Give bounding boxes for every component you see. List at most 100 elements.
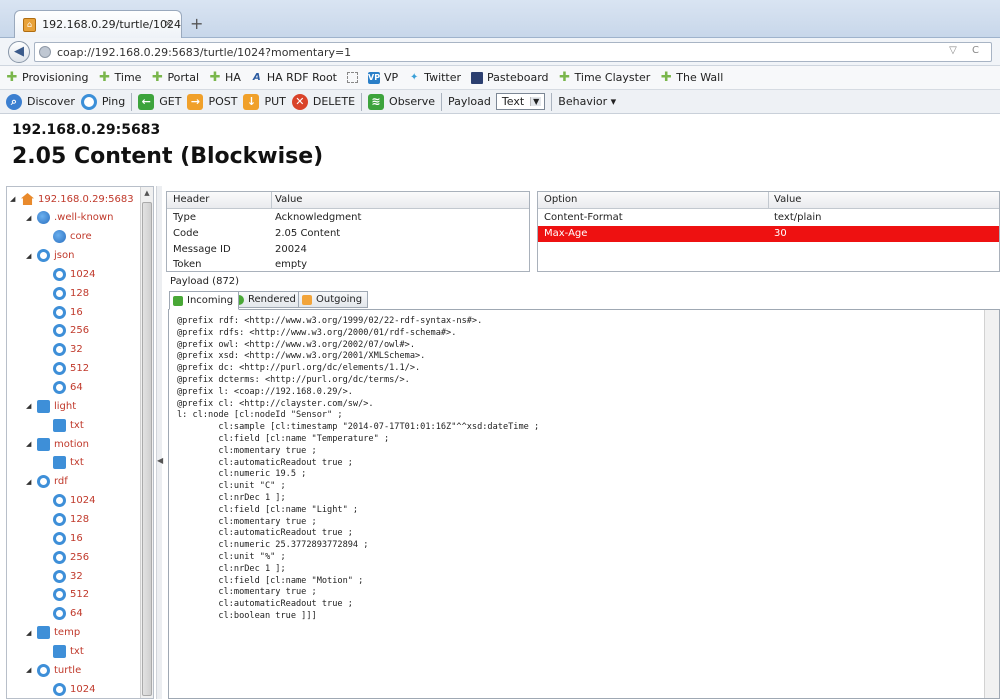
tree-node[interactable]: ◢ json bbox=[26, 247, 74, 265]
post-button[interactable]: → POST bbox=[187, 93, 237, 110]
behavior-menu[interactable]: Behavior ▾ bbox=[558, 95, 616, 108]
host-address: 192.168.0.29:5683 bbox=[12, 122, 161, 138]
discover-button[interactable]: ⌕ Discover bbox=[6, 93, 75, 110]
bookmark-item[interactable]: A HA RDF Root bbox=[251, 71, 337, 84]
tree-node[interactable]: 32 bbox=[42, 567, 83, 585]
expand-toggle-icon[interactable]: ◢ bbox=[26, 402, 33, 410]
tree-node[interactable]: 1024 bbox=[42, 680, 95, 698]
resource-icon bbox=[53, 267, 66, 281]
bookmark-item[interactable]: ✦ Twitter bbox=[408, 71, 461, 84]
tree-node[interactable]: 128 bbox=[42, 284, 89, 302]
bookmark-item[interactable]: ✚ Time Clayster bbox=[559, 71, 650, 85]
toolbar-divider bbox=[551, 92, 553, 111]
table-row[interactable]: Token empty bbox=[167, 257, 529, 273]
bookmark-label: Twitter bbox=[424, 71, 462, 84]
arrow-down-icon: ↓ bbox=[243, 93, 260, 110]
tree-node[interactable]: 16 bbox=[42, 303, 83, 321]
expand-toggle-icon[interactable]: ◢ bbox=[26, 252, 33, 260]
tree-node[interactable]: ◢ turtle bbox=[26, 661, 81, 679]
column-divider[interactable] bbox=[768, 192, 769, 209]
tree-node[interactable]: txt bbox=[42, 454, 84, 472]
header-value: Acknowledgment bbox=[275, 212, 362, 223]
resource-icon bbox=[53, 343, 66, 357]
tree-node[interactable]: ◢ motion bbox=[26, 435, 89, 453]
table-row[interactable]: Type Acknowledgment bbox=[167, 210, 529, 226]
tree-node[interactable]: ◢ light bbox=[26, 397, 76, 415]
tree-node-label: 512 bbox=[70, 363, 90, 375]
collapse-arrow-icon[interactable]: ◀ bbox=[157, 456, 163, 465]
observe-button[interactable]: ≋ Observe bbox=[368, 93, 435, 110]
delete-button[interactable]: ✕ DELETE bbox=[291, 93, 355, 110]
tree-node[interactable]: txt bbox=[42, 416, 84, 434]
tree-node[interactable]: 32 bbox=[42, 341, 83, 359]
panel-splitter[interactable]: ◀ bbox=[156, 186, 163, 699]
put-button[interactable]: ↓ PUT bbox=[243, 93, 286, 110]
browser-tab-bar: ⌂ 192.168.0.29/turtle/1024 × + bbox=[0, 0, 1000, 38]
get-button[interactable]: ← GET bbox=[138, 93, 181, 110]
outgoing-icon bbox=[302, 294, 312, 305]
scroll-thumb[interactable] bbox=[142, 202, 152, 696]
resource-icon bbox=[53, 607, 66, 621]
tree-node[interactable]: 256 bbox=[42, 548, 89, 566]
plus-icon: ✚ bbox=[151, 69, 163, 85]
bookmark-item[interactable]: Pasteboard bbox=[471, 71, 549, 84]
payload-type-select[interactable]: Text ▼ bbox=[495, 93, 546, 110]
column-divider[interactable] bbox=[271, 192, 272, 209]
tree-node[interactable]: 1024 bbox=[42, 492, 95, 510]
bookmark-item[interactable]: ✚ The Wall bbox=[660, 71, 723, 85]
tree-node[interactable]: 64 bbox=[42, 379, 83, 397]
payload-scrollbar[interactable] bbox=[984, 310, 999, 698]
new-tab-button[interactable]: + bbox=[190, 14, 203, 33]
tree-node[interactable]: core bbox=[42, 228, 92, 246]
tree-node[interactable]: 1024 bbox=[42, 265, 95, 283]
table-row[interactable]: Code 2.05 Content bbox=[167, 226, 529, 242]
table-row[interactable]: Max-Age 30 bbox=[538, 226, 999, 242]
browser-tab[interactable]: ⌂ 192.168.0.29/turtle/1024 × bbox=[14, 10, 182, 38]
scroll-up-icon[interactable]: ▲ bbox=[141, 187, 153, 200]
observe-label: Observe bbox=[389, 95, 435, 108]
bookmark-item[interactable]: VP VP bbox=[368, 71, 398, 84]
tree-node-label: 1024 bbox=[70, 268, 96, 280]
expand-toggle-icon[interactable]: ◢ bbox=[26, 440, 33, 448]
reload-icon[interactable]: ▽ C bbox=[949, 45, 985, 56]
bookmark-item[interactable]: ✚ Provisioning bbox=[6, 71, 89, 85]
tree-node[interactable]: 512 bbox=[42, 586, 89, 604]
expand-toggle-icon[interactable]: ◢ bbox=[26, 629, 33, 637]
tree-node[interactable]: 128 bbox=[42, 510, 89, 528]
tree-node[interactable]: ◢ rdf bbox=[26, 473, 68, 491]
navigation-bar: ◀ coap://192.168.0.29:5683/turtle/1024?m… bbox=[0, 38, 1000, 66]
expand-toggle-icon[interactable]: ◢ bbox=[10, 195, 17, 203]
payload-content-area[interactable]: @prefix rdf: <http://www.w3.org/1999/02/… bbox=[168, 309, 1000, 699]
address-bar[interactable]: coap://192.168.0.29:5683/turtle/1024?mom… bbox=[34, 42, 992, 62]
bookmark-item[interactable]: ✚ Portal bbox=[151, 69, 199, 85]
resource-icon bbox=[53, 286, 66, 300]
tree-node[interactable]: 512 bbox=[42, 360, 89, 378]
tree-node[interactable]: ◢ temp bbox=[26, 624, 80, 642]
tree-node[interactable]: ◢ .well-known bbox=[26, 209, 113, 227]
bookmark-label: Pasteboard bbox=[487, 71, 549, 84]
back-button[interactable]: ◀ bbox=[8, 41, 30, 63]
tab-incoming[interactable]: Incoming bbox=[169, 291, 240, 310]
tree-node[interactable]: ◢ 192.168.0.29:5683 bbox=[10, 190, 134, 208]
tab-outgoing[interactable]: Outgoing bbox=[298, 291, 369, 308]
bookmark-item[interactable] bbox=[347, 72, 358, 83]
table-row[interactable]: Message ID 20024 bbox=[167, 242, 529, 258]
tree-node-label: 128 bbox=[70, 287, 90, 299]
tab-close-icon[interactable]: × bbox=[164, 17, 173, 30]
resource-icon bbox=[53, 305, 66, 319]
tree-node[interactable]: 64 bbox=[42, 605, 83, 623]
tab-rendered-label: Rendered bbox=[248, 294, 296, 305]
tab-rendered[interactable]: Rendered bbox=[230, 291, 302, 308]
tree-scrollbar[interactable]: ▲ bbox=[140, 187, 153, 698]
table-row[interactable]: Content-Format text/plain bbox=[538, 210, 999, 226]
tree-node[interactable]: 256 bbox=[42, 322, 89, 340]
tree-node[interactable]: txt bbox=[42, 642, 84, 660]
expand-toggle-icon[interactable]: ◢ bbox=[26, 478, 33, 486]
expand-toggle-icon[interactable]: ◢ bbox=[26, 214, 33, 222]
ping-button[interactable]: Ping bbox=[80, 93, 125, 110]
bookmark-item[interactable]: ✚ Time bbox=[99, 71, 141, 85]
tree-node[interactable]: 16 bbox=[42, 529, 83, 547]
expand-toggle-icon[interactable]: ◢ bbox=[26, 666, 33, 674]
bookmark-item[interactable]: ✚ HA bbox=[209, 71, 241, 85]
value-column-title: Value bbox=[275, 194, 303, 205]
